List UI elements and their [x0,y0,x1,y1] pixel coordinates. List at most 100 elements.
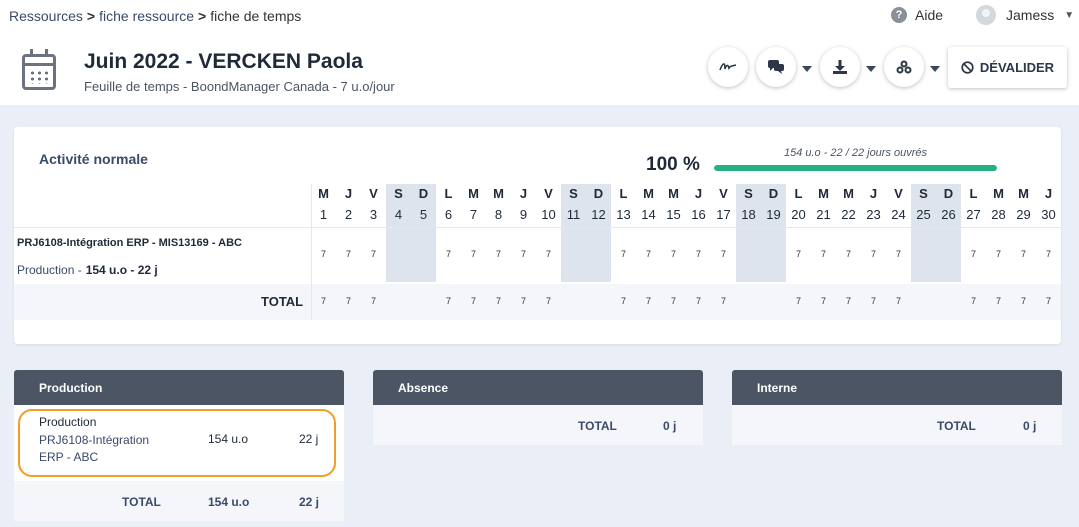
download-button[interactable] [820,47,860,87]
page-title: Juin 2022 - VERCKEN Paola [84,50,363,73]
total-cell: 7 [1020,296,1026,306]
chevron-down-icon[interactable] [802,66,812,72]
day-number: 2 [344,207,353,222]
breadcrumb-ressources[interactable]: Ressources [9,8,83,24]
day-letter: L [444,186,453,201]
page-subtitle: Feuille de temps - BoondManager Canada -… [84,79,395,94]
time-cell[interactable]: 7 [311,249,336,259]
day-letter: J [344,186,353,201]
total-cell: 7 [545,296,551,306]
day-letter: M [643,186,654,201]
help-icon: ? [891,7,907,23]
time-cell[interactable]: 7 [486,249,511,259]
day-number: 13 [616,207,631,222]
user-name: Jamess [1006,7,1055,23]
day-letter: V [719,186,728,201]
total-cell: 7 [620,296,626,306]
group-icon [896,60,912,74]
production-project-link[interactable]: PRJ6108-Intégration ERP - ABC [39,432,149,466]
time-cell[interactable]: 7 [1011,249,1036,259]
progress-bar [714,165,997,171]
day-letter: S [394,186,403,201]
top-header: Ressources > fiche ressource > fiche de … [0,0,1079,105]
time-cell[interactable]: 7 [986,249,1011,259]
chevron-down-icon: ▼ [1064,9,1075,21]
interne-panel: Interne TOTAL 0 j [732,370,1062,445]
production-panel-footer: TOTAL 154 u.o 22 j [14,481,344,521]
download-icon [833,60,847,74]
day-letter: D [418,186,429,201]
production-panel: Production Production PRJ6108-Intégratio… [14,370,344,521]
time-cell[interactable]: 7 [886,249,911,259]
day-number: 11 [566,207,581,222]
signature-button[interactable] [708,47,748,87]
time-cell[interactable]: 7 [511,249,536,259]
total-label: TOTAL [261,294,304,309]
time-cell[interactable]: 7 [436,249,461,259]
time-cell[interactable]: 7 [711,249,736,259]
chevron-down-icon[interactable] [866,66,876,72]
day-number: 26 [941,207,956,222]
help-link[interactable]: ? Aide [891,7,943,23]
total-days: 0 j [663,419,677,433]
total-cell: 7 [495,296,501,306]
day-number: 25 [916,207,931,222]
time-cell[interactable]: 7 [861,249,886,259]
day-number: 6 [444,207,453,222]
divider [14,227,1061,228]
time-cell[interactable]: 7 [461,249,486,259]
day-letter: V [369,186,378,201]
activity-card: Activité normale 100 % 154 u.o - 22 / 22… [14,127,1061,344]
total-days: 22 j [299,495,320,509]
signature-icon [719,63,737,71]
time-cell[interactable]: 7 [361,249,386,259]
day-letter: M [493,186,504,201]
time-cell[interactable]: 7 [836,249,861,259]
chat-button[interactable] [756,47,796,87]
total-label: TOTAL [122,495,161,509]
breadcrumb-separator: > [198,8,207,24]
day-letter: M [668,186,679,201]
day-number: 20 [791,207,806,222]
production-panel-body: Production PRJ6108-Intégration ERP - ABC… [14,405,344,481]
production-uo: 154 u.o [208,432,249,446]
breadcrumb-fiche-ressource[interactable]: fiche ressource [99,8,194,24]
project-sub-label: Production - [17,263,82,277]
time-cell[interactable]: 7 [336,249,361,259]
day-number: 29 [1016,207,1031,222]
chevron-down-icon[interactable] [930,66,940,72]
time-cell[interactable]: 7 [811,249,836,259]
day-number: 4 [394,207,403,222]
production-panel-title: Production [14,370,344,405]
absence-panel-footer: TOTAL 0 j [373,405,703,445]
time-cell[interactable]: 7 [536,249,561,259]
day-letter: D [593,186,604,201]
total-cell: 7 [345,296,351,306]
day-letter: M [843,186,854,201]
production-days: 22 j [299,432,319,446]
time-cell[interactable]: 7 [611,249,636,259]
help-label: Aide [915,7,944,23]
time-cell[interactable]: 7 [1036,249,1061,259]
user-menu[interactable]: Jamess ▼ [976,5,1074,25]
breadcrumb: Ressources > fiche ressource > fiche de … [9,8,301,24]
group-button[interactable] [884,47,924,87]
time-cell[interactable]: 7 [961,249,986,259]
devalider-button[interactable]: DÉVALIDER [948,47,1067,88]
total-cell: 7 [470,296,476,306]
time-cell[interactable]: 7 [636,249,661,259]
time-cell[interactable]: 7 [686,249,711,259]
breadcrumb-separator: > [86,8,96,24]
day-letter: M [468,186,479,201]
day-letter: V [544,186,553,201]
time-cell[interactable]: 7 [661,249,686,259]
avatar [976,5,996,25]
day-number: 16 [691,207,706,222]
total-label: TOTAL [578,419,617,433]
time-cell[interactable]: 7 [786,249,811,259]
total-cell: 7 [670,296,676,306]
day-number: 22 [841,207,856,222]
total-cell: 7 [720,296,726,306]
day-number: 7 [469,207,478,222]
activity-title: Activité normale [39,151,148,167]
